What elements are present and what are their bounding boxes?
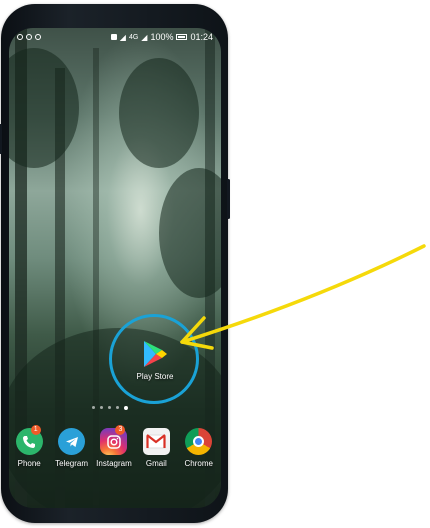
play-store-label: Play Store	[136, 372, 174, 381]
gmail-label: Gmail	[145, 459, 167, 468]
dock-item-chrome[interactable]: Chrome	[179, 428, 219, 468]
signal-icon: ◢	[141, 32, 148, 42]
phone-badge: 1	[30, 425, 41, 435]
notification-icon	[26, 34, 32, 40]
phone-label: Phone	[17, 459, 41, 468]
battery-percent: 100%	[150, 32, 174, 42]
status-bar: ◢ 4G ◢ 100% 01:24	[9, 28, 221, 46]
play-store-shortcut[interactable]: Play Store	[130, 340, 180, 381]
notification-icon	[35, 34, 41, 40]
wallpaper-foliage	[159, 168, 221, 298]
dock-item-gmail[interactable]: Gmail	[136, 428, 176, 468]
page-dot[interactable]	[92, 406, 95, 409]
page-indicator[interactable]	[92, 405, 128, 410]
power-button	[0, 124, 2, 154]
wifi-icon: ◢	[119, 32, 126, 42]
volume-button	[227, 179, 230, 219]
system-icons: ◢ 4G ◢ 100% 01:24	[110, 32, 213, 42]
page-dot[interactable]	[100, 406, 103, 409]
chrome-icon	[185, 428, 213, 455]
chrome-icon-center	[193, 436, 205, 447]
page-dot-active[interactable]	[124, 405, 128, 410]
gmail-icon	[142, 428, 170, 455]
chrome-label: Chrome	[184, 459, 213, 468]
network-label: 4G	[128, 33, 139, 41]
battery-icon	[176, 34, 188, 40]
instagram-icon: 3	[100, 425, 128, 455]
phone-icon: 1	[15, 425, 43, 455]
dock-item-telegram[interactable]: Telegram	[52, 428, 92, 468]
instagram-label: Instagram	[96, 459, 132, 468]
page-dot[interactable]	[116, 406, 119, 409]
dock: 1 Phone Telegram 3 Instagram Gmail Chrom…	[8, 425, 220, 468]
wallpaper-foliage	[9, 48, 79, 168]
clock: 01:24	[190, 32, 213, 42]
notification-icons	[17, 34, 41, 40]
instagram-badge: 3	[115, 425, 126, 435]
notification-icon	[17, 34, 23, 40]
telegram-icon	[58, 428, 86, 455]
dock-item-instagram[interactable]: 3 Instagram	[94, 425, 134, 468]
mute-icon	[110, 34, 117, 40]
dock-item-phone[interactable]: 1 Phone	[9, 425, 49, 468]
play-store-icon	[144, 341, 167, 367]
wallpaper-foliage	[119, 58, 199, 168]
page-dot[interactable]	[108, 406, 111, 409]
telegram-label: Telegram	[55, 459, 89, 468]
